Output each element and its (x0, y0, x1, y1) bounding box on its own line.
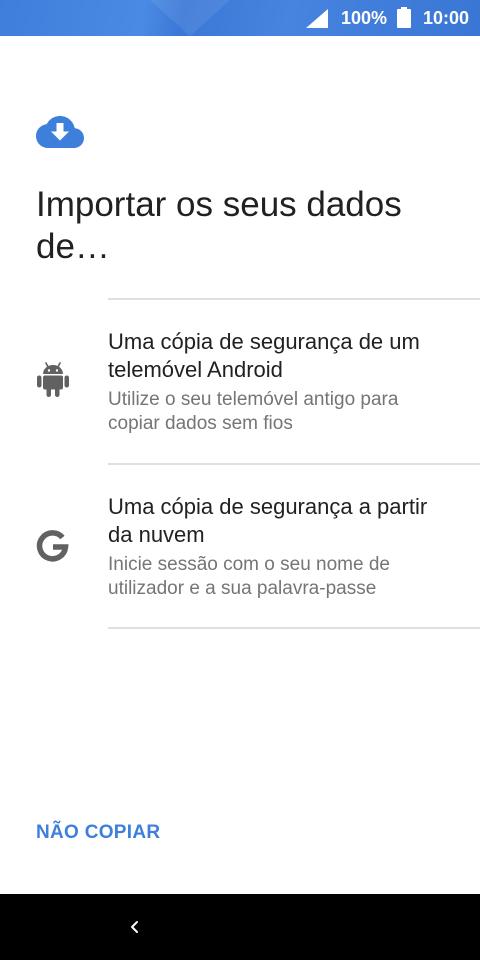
signal-icon (306, 9, 328, 28)
page-title: Importar os seus dados de… (36, 185, 402, 266)
option-android-backup[interactable]: Uma cópia de segurança de um telemóvel A… (0, 300, 480, 464)
option-subtitle: Inicie sessão com o seu nome de utilizad… (108, 554, 390, 599)
option-title: Uma cópia de segurança de um telemóvel A… (108, 329, 420, 382)
cloud-download-icon (36, 116, 84, 148)
dont-copy-button[interactable]: NÃO COPIAR (36, 822, 160, 844)
divider-bottom (108, 627, 480, 629)
status-clock: 10:00 (423, 8, 470, 28)
option-subtitle: Utilize o seu telemóvel antigo para copi… (108, 389, 399, 434)
android-icon (37, 362, 69, 397)
battery-percentage: 100% (341, 8, 388, 28)
option-cloud-backup[interactable]: Uma cópia de segurança a partir da nuvem… (0, 465, 480, 629)
google-icon (36, 530, 69, 562)
option-title: Uma cópia de segurança a partir da nuvem (108, 494, 428, 547)
navigation-bar (0, 894, 480, 960)
battery-icon (397, 7, 411, 28)
back-icon[interactable] (124, 914, 144, 940)
status-bar: 100% 10:00 (0, 0, 480, 36)
status-bar-shade (150, 0, 230, 36)
